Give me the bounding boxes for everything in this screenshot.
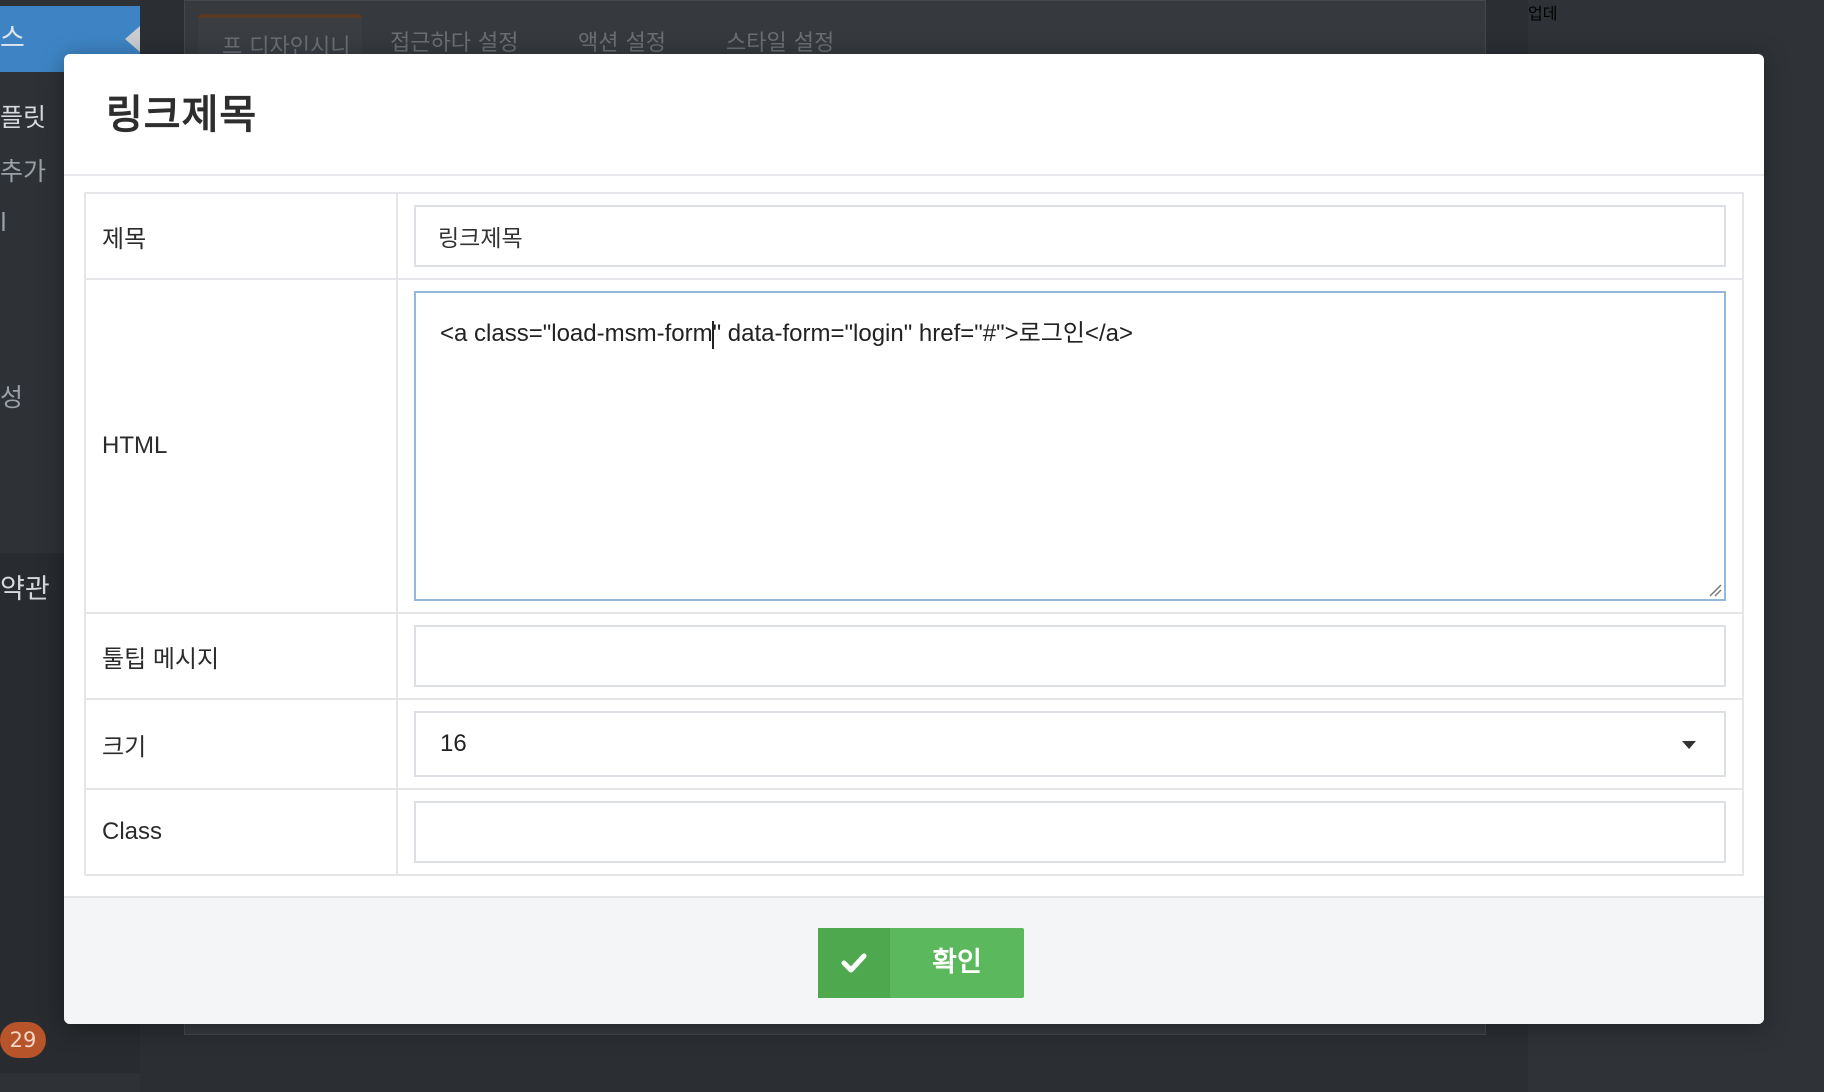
modal-footer: 확인 bbox=[64, 896, 1764, 1024]
size-select[interactable]: 16 bbox=[414, 711, 1726, 777]
title-input[interactable] bbox=[414, 205, 1726, 267]
title-label: 제목 bbox=[84, 192, 398, 280]
modal-title: 링크제목 bbox=[106, 92, 258, 138]
html-textarea[interactable]: <a class="load-msm-form" data-form="logi… bbox=[414, 291, 1726, 601]
form-row-class: Class bbox=[84, 788, 1744, 876]
form-row-title: 제목 bbox=[84, 192, 1744, 280]
confirm-button-label: 확인 bbox=[932, 947, 982, 978]
tooltip-input[interactable] bbox=[414, 625, 1726, 687]
notification-badge[interactable]: 29 bbox=[0, 1022, 46, 1058]
tab-design[interactable]: 프 디자인시니 bbox=[198, 14, 362, 54]
size-label: 크기 bbox=[84, 698, 398, 790]
active-caret-icon bbox=[125, 26, 140, 52]
link-title-modal: 링크제목 제목 HTML <a class="load-msm-form" da… bbox=[64, 54, 1764, 1024]
modal-header: 링크제목 bbox=[64, 54, 1764, 176]
class-input[interactable] bbox=[414, 801, 1726, 863]
html-label: HTML bbox=[84, 278, 398, 614]
tab-access[interactable]: 접근하다 설정 bbox=[390, 14, 540, 54]
class-label: Class bbox=[84, 788, 398, 876]
tooltip-label: 툴팁 메시지 bbox=[84, 612, 398, 700]
size-selected-value: 16 bbox=[440, 730, 467, 757]
html-text-after-cursor: " data-form="login" href="#">로그인</a> bbox=[712, 320, 1133, 347]
background-tabs: 프 디자인시니 접근하다 설정 액션 설정 스타일 설정 bbox=[198, 14, 1486, 54]
resize-handle-icon[interactable] bbox=[1706, 581, 1722, 597]
link-form-table: 제목 HTML <a class="load-msm-form" data-fo… bbox=[84, 192, 1744, 876]
check-icon bbox=[818, 928, 890, 998]
form-row-html: HTML <a class="load-msm-form" data-form=… bbox=[84, 278, 1744, 614]
dropdown-arrow-icon bbox=[1682, 741, 1696, 749]
tab-style[interactable]: 스타일 설정 bbox=[726, 14, 876, 54]
tab-action[interactable]: 액션 설정 bbox=[578, 14, 698, 54]
confirm-button[interactable]: 확인 bbox=[818, 928, 1024, 998]
form-row-tooltip: 툴팁 메시지 bbox=[84, 612, 1744, 700]
form-row-size: 크기 16 bbox=[84, 698, 1744, 790]
html-text-before-cursor: <a class="load-msm-form bbox=[440, 320, 713, 347]
sidebar-item-label: 스 bbox=[0, 23, 25, 54]
